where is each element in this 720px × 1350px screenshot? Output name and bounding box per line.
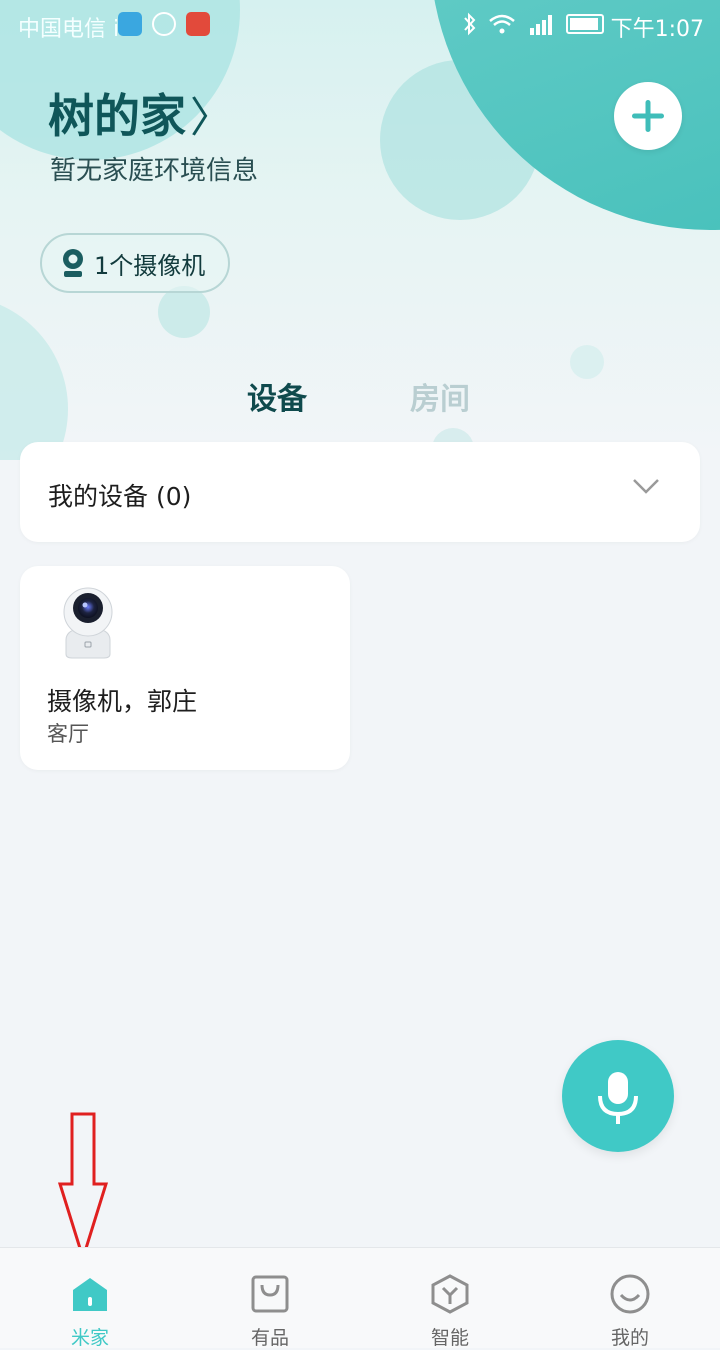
bottom-navigation: 米家 有品 智能 我的	[0, 1247, 720, 1349]
nav-label-shop: 有品	[250, 1327, 289, 1349]
tab-rooms[interactable]: 房间	[410, 374, 470, 418]
my-devices-section[interactable]: 我的设备 (0)	[20, 442, 700, 542]
home-icon	[73, 1278, 107, 1311]
carrier-label: 中国电信 ⅰ	[18, 17, 120, 42]
clock: 下午1:07	[610, 17, 704, 42]
camera-count-chip[interactable]: 1个摄像机	[40, 233, 230, 293]
battery-icon	[566, 14, 604, 34]
shopping-bag-icon	[251, 1275, 289, 1313]
add-device-button[interactable]	[614, 82, 682, 150]
smart-cube-icon	[431, 1274, 469, 1314]
device-room-tabs: 设备 房间	[0, 374, 720, 424]
chevron-down-icon[interactable]	[632, 476, 660, 496]
signal-icon	[530, 15, 552, 35]
nav-label-home: 米家	[70, 1327, 109, 1349]
nav-label-me: 我的	[610, 1327, 649, 1349]
annotation-arrow-down-icon	[58, 1112, 108, 1260]
smile-icon	[610, 1274, 650, 1314]
status-bar: 中国电信 ⅰ 下午1:07	[0, 0, 720, 50]
nav-label-smart: 智能	[430, 1327, 469, 1349]
nav-item-me[interactable]: 我的	[570, 1248, 690, 1349]
my-devices-label: 我的设备 (0)	[48, 482, 192, 511]
map-notification-icon	[186, 12, 210, 36]
device-name: 摄像机，郭庄	[47, 687, 198, 716]
app-notification-icon	[118, 12, 142, 36]
home-name: 树的家	[48, 89, 186, 143]
device-card[interactable]: 摄像机，郭庄 客厅	[20, 566, 350, 770]
tab-devices[interactable]: 设备	[247, 374, 307, 418]
system-icons	[462, 12, 604, 36]
home-environment-info: 暂无家庭环境信息	[50, 156, 259, 186]
chevron-right-icon: 〉	[190, 93, 233, 142]
microphone-icon	[598, 1072, 638, 1124]
home-selector[interactable]: 树的家〉	[48, 80, 232, 146]
decor-bubble	[158, 286, 210, 338]
device-room: 客厅	[47, 722, 89, 746]
nav-item-home[interactable]: 米家	[30, 1248, 150, 1349]
notification-icons	[118, 12, 210, 36]
security-camera-icon	[63, 587, 113, 659]
nav-item-shop[interactable]: 有品	[210, 1248, 330, 1349]
camera-count-label: 1个摄像机	[94, 251, 206, 280]
bluetooth-icon	[464, 12, 476, 36]
camera-icon	[63, 249, 83, 277]
voice-assistant-button[interactable]	[562, 1040, 674, 1152]
wifi-icon	[489, 14, 515, 34]
settings-notification-icon	[152, 12, 176, 36]
nav-item-smart[interactable]: 智能	[390, 1248, 510, 1349]
